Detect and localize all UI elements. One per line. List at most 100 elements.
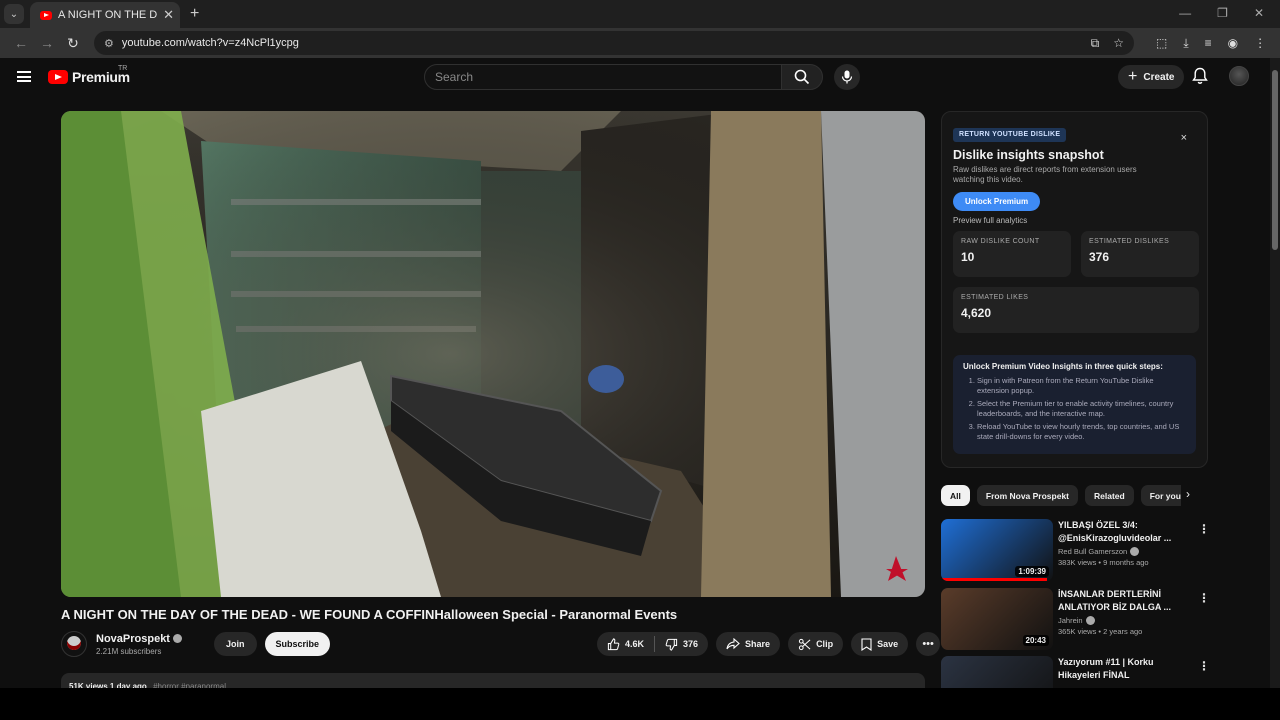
video-thumbnail[interactable]: 20:43 bbox=[941, 588, 1053, 650]
chip-from-channel[interactable]: From Nova Prospekt bbox=[976, 485, 1079, 506]
chevron-right-icon[interactable]: › bbox=[1186, 487, 1190, 501]
like-button[interactable]: 4.6K bbox=[597, 632, 654, 656]
channel-name[interactable]: NovaProspekt bbox=[96, 633, 170, 645]
stat-value: 10 bbox=[961, 250, 975, 264]
notifications-bell-icon[interactable] bbox=[1192, 67, 1208, 85]
chip-related[interactable]: Related bbox=[1085, 485, 1134, 506]
chip-for-you[interactable]: For you bbox=[1140, 485, 1181, 506]
video-info: İNSANLAR DERTLERİNİ ANLATIYOR BİZ DALGA … bbox=[1058, 588, 1188, 636]
duration-badge: 1:09:39 bbox=[1015, 566, 1049, 577]
subscribe-button[interactable]: Subscribe bbox=[264, 632, 331, 656]
share-button[interactable]: Share bbox=[716, 632, 781, 656]
video-player[interactable] bbox=[61, 111, 925, 597]
video-meta: 383K views • 9 months ago bbox=[1058, 558, 1149, 567]
like-count: 4.6K bbox=[625, 639, 645, 649]
preview-analytics-text: Preview full analytics bbox=[953, 216, 1028, 225]
voice-search-button[interactable] bbox=[834, 64, 860, 90]
stat-value: 376 bbox=[1089, 250, 1110, 264]
video-info: YILBAŞI ÖZEL 3/4: @EnisKirazogluvideolar… bbox=[1058, 519, 1188, 567]
reload-icon[interactable]: ↻ bbox=[60, 35, 86, 52]
save-label: Save bbox=[877, 639, 899, 649]
extensions-icon[interactable]: ⬚ bbox=[1156, 36, 1167, 51]
channel-row: Jahrein bbox=[1058, 616, 1188, 625]
close-window-icon[interactable]: ✕ bbox=[1254, 6, 1264, 20]
channel-name-row[interactable]: NovaProspekt bbox=[96, 633, 190, 645]
video-title[interactable]: İNSANLAR DERTLERİNİ ANLATIYOR BİZ DALGA … bbox=[1058, 588, 1188, 614]
list-item[interactable]: 1:09:39 YILBAŞI ÖZEL 3/4: @EnisKirazoglu… bbox=[941, 519, 1211, 581]
back-icon[interactable]: ← bbox=[8, 35, 34, 51]
window-controls: — ❐ ✕ bbox=[1179, 6, 1280, 28]
cast-icon[interactable]: ⧉ bbox=[1091, 36, 1100, 51]
dislike-button[interactable]: 376 bbox=[655, 632, 708, 656]
step-item: Reload YouTube to view hourly trends, to… bbox=[977, 422, 1186, 441]
video-title[interactable]: YILBAŞI ÖZEL 3/4: @EnisKirazogluvideolar… bbox=[1058, 519, 1188, 545]
browser-tab[interactable]: A NIGHT ON THE DAY OF THE DEAD - WE FOUN… bbox=[30, 2, 180, 28]
tab-close-icon[interactable]: ✕ bbox=[163, 7, 174, 23]
restore-icon[interactable]: ❐ bbox=[1217, 6, 1228, 20]
reading-list-icon[interactable]: ≡ bbox=[1205, 36, 1212, 51]
chip-all[interactable]: All bbox=[941, 485, 970, 506]
search-input[interactable]: Search bbox=[424, 64, 782, 90]
new-tab-button[interactable]: + bbox=[190, 5, 199, 23]
channel-row: Red Bull Gamerszon bbox=[1058, 547, 1188, 556]
verified-check-icon bbox=[172, 634, 182, 643]
estimated-likes-stat: ESTIMATED LIKES 4,620 bbox=[953, 287, 1199, 333]
channel-name[interactable]: Jahrein bbox=[1058, 616, 1083, 625]
microphone-icon bbox=[841, 70, 853, 84]
premium-steps-box: Unlock Premium Video Insights in three q… bbox=[953, 355, 1196, 454]
steps-list: Sign in with Patreon from the Return You… bbox=[977, 376, 1186, 441]
search-button[interactable] bbox=[781, 64, 823, 90]
thumbs-down-icon bbox=[665, 638, 678, 651]
video-title[interactable]: Yazıyorum #11 | Korku Hikayeleri FİNAL bbox=[1058, 656, 1188, 682]
more-actions-button[interactable]: ••• bbox=[916, 632, 941, 656]
more-options-icon[interactable]: ⋮ bbox=[1198, 522, 1210, 536]
channel-avatar[interactable] bbox=[61, 631, 87, 657]
os-taskbar bbox=[0, 688, 1280, 720]
unlock-premium-button[interactable]: Unlock Premium bbox=[953, 192, 1041, 211]
site-info-icon[interactable]: ⚙ bbox=[104, 37, 114, 50]
list-item[interactable]: 20:43 İNSANLAR DERTLERİNİ ANLATIYOR BİZ … bbox=[941, 588, 1211, 650]
minimize-icon[interactable]: — bbox=[1179, 6, 1191, 20]
forward-icon[interactable]: → bbox=[34, 35, 60, 51]
stat-label: ESTIMATED DISLIKES bbox=[1089, 238, 1170, 245]
video-thumbnail[interactable] bbox=[941, 656, 1053, 688]
more-options-icon[interactable]: ⋮ bbox=[1198, 659, 1210, 673]
list-item[interactable]: Yazıyorum #11 | Korku Hikayeleri FİNAL ⋮ bbox=[941, 656, 1211, 688]
more-options-icon[interactable]: ⋮ bbox=[1198, 591, 1210, 605]
address-bar[interactable]: ⚙ youtube.com/watch?v=z4NcPl1ycpg ⧉ ☆ bbox=[94, 31, 1134, 55]
video-thumbnail[interactable]: 1:09:39 bbox=[941, 519, 1053, 581]
browser-menu-icon[interactable]: ⋮ bbox=[1254, 36, 1266, 51]
create-button[interactable]: + Create bbox=[1118, 65, 1185, 89]
share-label: Share bbox=[745, 639, 771, 649]
bookmark-star-icon[interactable]: ☆ bbox=[1113, 36, 1124, 51]
profile-icon[interactable]: ◉ bbox=[1228, 36, 1238, 51]
clip-button[interactable]: Clip bbox=[788, 632, 844, 656]
scrollbar-thumb[interactable] bbox=[1272, 70, 1278, 250]
youtube-play-icon bbox=[48, 70, 68, 84]
watch-progress-bar bbox=[941, 578, 1048, 581]
estimated-dislike-stat: ESTIMATED DISLIKES 376 bbox=[1081, 231, 1199, 277]
stat-value: 4,620 bbox=[961, 306, 992, 320]
raw-dislike-stat: RAW DISLIKE COUNT 10 bbox=[953, 231, 1071, 277]
join-button[interactable]: Join bbox=[214, 632, 257, 656]
youtube-favicon-icon bbox=[40, 10, 52, 20]
downloads-icon[interactable]: ⤓ bbox=[1183, 36, 1188, 51]
youtube-masthead: Premium TR Search + Create bbox=[0, 58, 1270, 96]
stat-label: ESTIMATED LIKES bbox=[961, 294, 1029, 301]
thumbs-up-icon bbox=[607, 637, 620, 650]
guide-menu-icon[interactable] bbox=[17, 71, 31, 82]
dislike-insights-card: RETURN YOUTUBE DISLIKE × Dislike insight… bbox=[941, 111, 1208, 468]
page-scrollbar[interactable] bbox=[1270, 58, 1280, 688]
account-avatar[interactable] bbox=[1229, 66, 1249, 86]
subscriber-count: 2.21M subscribers bbox=[96, 646, 162, 656]
step-item: Sign in with Patreon from the Return You… bbox=[977, 376, 1186, 395]
youtube-premium-logo[interactable]: Premium TR bbox=[48, 65, 130, 85]
tab-title: A NIGHT ON THE DAY OF THE DEAD - WE FOUN… bbox=[58, 9, 158, 21]
save-button[interactable]: Save bbox=[851, 632, 909, 656]
url-text: youtube.com/watch?v=z4NcPl1ycpg bbox=[121, 37, 299, 49]
like-dislike-bar: 4.6K 376 bbox=[597, 632, 709, 656]
steps-title: Unlock Premium Video Insights in three q… bbox=[963, 362, 1163, 371]
close-icon[interactable]: × bbox=[1181, 132, 1187, 144]
channel-name[interactable]: Red Bull Gamerszon bbox=[1058, 547, 1127, 556]
tab-search-button[interactable]: ⌄ bbox=[4, 4, 24, 24]
